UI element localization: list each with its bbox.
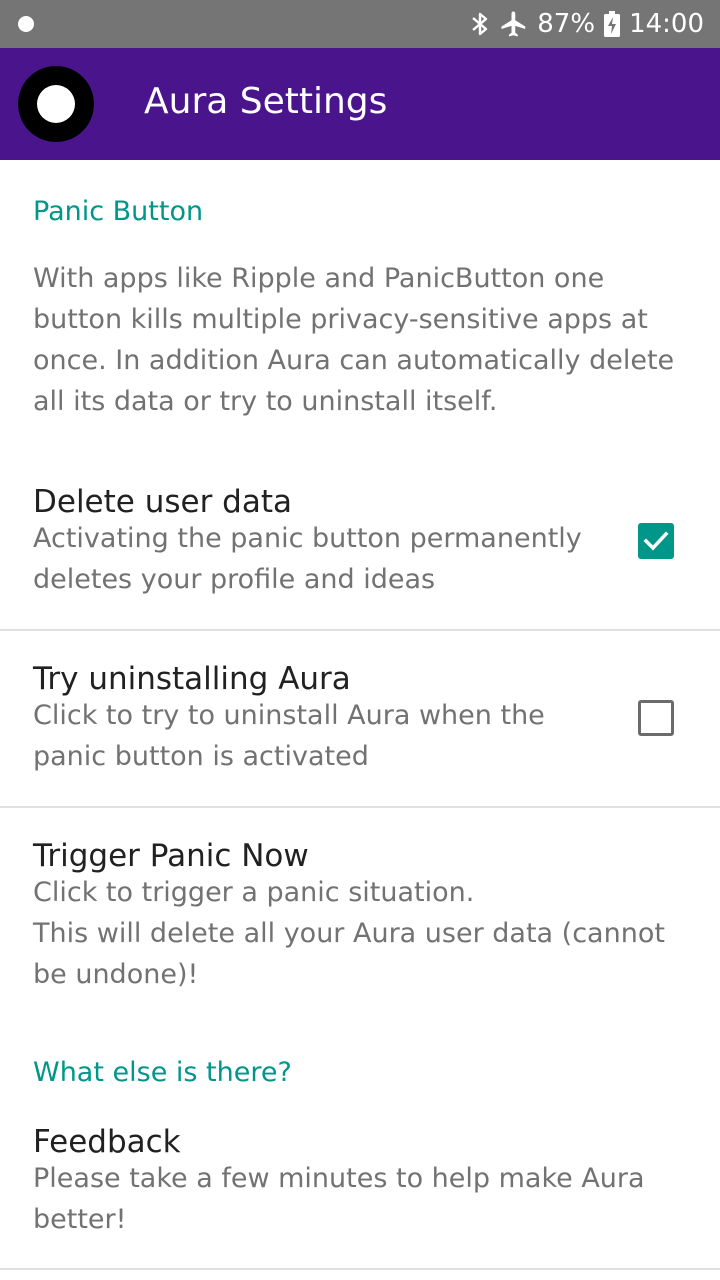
divider xyxy=(0,629,720,631)
clock: 14:00 xyxy=(629,9,704,39)
pref-summary: Please take a few minutes to help make A… xyxy=(33,1163,645,1235)
pref-summary: Click to trigger a panic situation. This… xyxy=(33,877,665,990)
divider xyxy=(0,806,720,808)
app-bar: Aura Settings xyxy=(0,48,720,160)
status-bar: 87% 14:00 xyxy=(0,0,720,48)
pref-trigger-panic[interactable]: Trigger Panic Now Click to trigger a pan… xyxy=(0,834,720,1004)
pref-title: Feedback xyxy=(33,1124,181,1160)
section-header-more: What else is there? xyxy=(33,1057,292,1088)
pref-summary: Activating the panic button permanently … xyxy=(33,523,582,595)
section-description-panic: With apps like Ripple and PanicButton on… xyxy=(33,263,675,417)
check-icon xyxy=(643,531,669,551)
pref-summary: Click to try to uninstall Aura when the … xyxy=(33,700,545,772)
pref-delete-user-data[interactable]: Delete user data Activating the panic bu… xyxy=(0,480,720,630)
bluetooth-icon xyxy=(472,12,488,36)
divider xyxy=(0,1268,720,1270)
pref-title: Delete user data xyxy=(33,484,293,520)
status-icons: 87% 14:00 xyxy=(469,0,704,48)
airplane-icon xyxy=(501,11,526,37)
delete-user-data-checkbox[interactable] xyxy=(638,523,674,559)
pref-title: Trigger Panic Now xyxy=(33,838,309,874)
section-header-panic: Panic Button xyxy=(33,196,204,227)
battery-percent: 87% xyxy=(537,9,596,39)
pref-try-uninstall[interactable]: Try uninstalling Aura Click to try to un… xyxy=(0,657,720,807)
battery-charging-icon xyxy=(604,11,621,37)
app-logo-icon[interactable] xyxy=(18,66,94,142)
app-logo-inner xyxy=(37,85,75,123)
try-uninstall-checkbox[interactable] xyxy=(638,700,674,736)
notification-dot-icon xyxy=(18,16,34,32)
page-title: Aura Settings xyxy=(144,81,388,122)
pref-title: Try uninstalling Aura xyxy=(33,661,351,697)
pref-feedback[interactable]: Feedback Please take a few minutes to he… xyxy=(0,1120,720,1240)
